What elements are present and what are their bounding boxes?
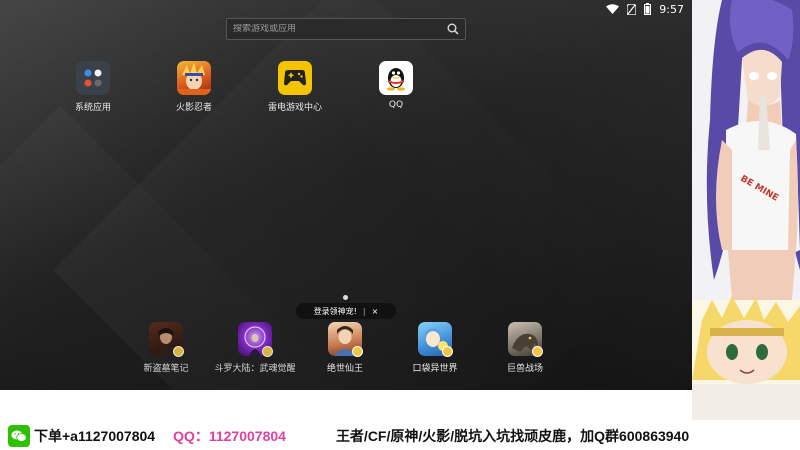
emulator-screen: 9:57 系统应用 火影忍者: [0, 0, 692, 390]
app-label: 雷电游戏中心: [267, 103, 322, 113]
app-tomb-notes[interactable]: 新盗墓笔记: [126, 322, 206, 374]
douluo-game-icon: [238, 322, 272, 356]
app-label: 系统应用: [74, 103, 111, 113]
system-apps-folder-icon: [76, 61, 110, 95]
app-label: 火影忍者: [175, 103, 212, 113]
game-badge-icon: [352, 346, 363, 357]
promo-banner: 下单+a1127007804 QQ：1127007804 王者/CF/原神/火影…: [0, 422, 800, 450]
qq-penguin-icon: [379, 61, 413, 95]
game-badge-icon: [532, 346, 543, 357]
app-system-apps[interactable]: 系统应用: [53, 61, 133, 113]
app-label: 绝世仙王: [326, 364, 363, 374]
tomb-notes-game-icon: [149, 322, 183, 356]
login-reward-toast[interactable]: 登录领神宠! | ×: [296, 303, 396, 319]
app-label: 新盗墓笔记: [143, 364, 189, 374]
naruto-game-icon: [177, 61, 211, 95]
close-icon[interactable]: ×: [372, 307, 379, 316]
search-icon[interactable]: [447, 20, 459, 39]
app-label: 斗罗大陆：武魂觉醒: [214, 364, 296, 374]
app-pocket-world[interactable]: 口袋异世界: [395, 322, 475, 374]
qq-contact-text: QQ：1127007804: [173, 428, 286, 444]
ldplayer-game-center-icon: [278, 61, 312, 95]
anime-girl-illustration: BE MINE: [692, 0, 800, 420]
app-qq[interactable]: QQ: [356, 61, 436, 110]
app-label: 口袋异世界: [412, 364, 458, 374]
app-ld-game-center[interactable]: 雷电游戏中心: [255, 61, 335, 113]
toast-text: 登录领神宠!: [313, 306, 357, 316]
order-text: 下单+a1127007804: [34, 428, 156, 444]
game-badge-icon: [442, 346, 453, 357]
game-badge-icon: [173, 346, 184, 357]
status-time: 9:57: [659, 2, 684, 16]
app-beast-battlefield[interactable]: 巨兽战场: [485, 322, 565, 374]
promo-text: 王者/CF/原神/火影/脱坑入坑找顽皮鹿，加Q群600863940: [335, 428, 690, 444]
status-bar: 9:57: [606, 2, 684, 16]
no-sim-icon: [627, 3, 637, 15]
app-label: QQ: [388, 100, 404, 110]
wechat-icon: [8, 425, 30, 447]
game-badge-icon: [262, 346, 273, 357]
toast-divider: |: [362, 306, 366, 316]
app-douluo[interactable]: 斗罗大陆：武魂觉醒: [214, 322, 296, 374]
search-input[interactable]: [233, 24, 447, 34]
wifi-icon: [606, 4, 620, 14]
page-indicator: [343, 295, 348, 300]
search-bar[interactable]: [226, 18, 466, 40]
app-label: 巨兽战场: [506, 364, 543, 374]
battery-icon: [644, 3, 652, 15]
app-immortal-king[interactable]: 绝世仙王: [305, 322, 385, 374]
app-naruto[interactable]: 火影忍者: [154, 61, 234, 113]
